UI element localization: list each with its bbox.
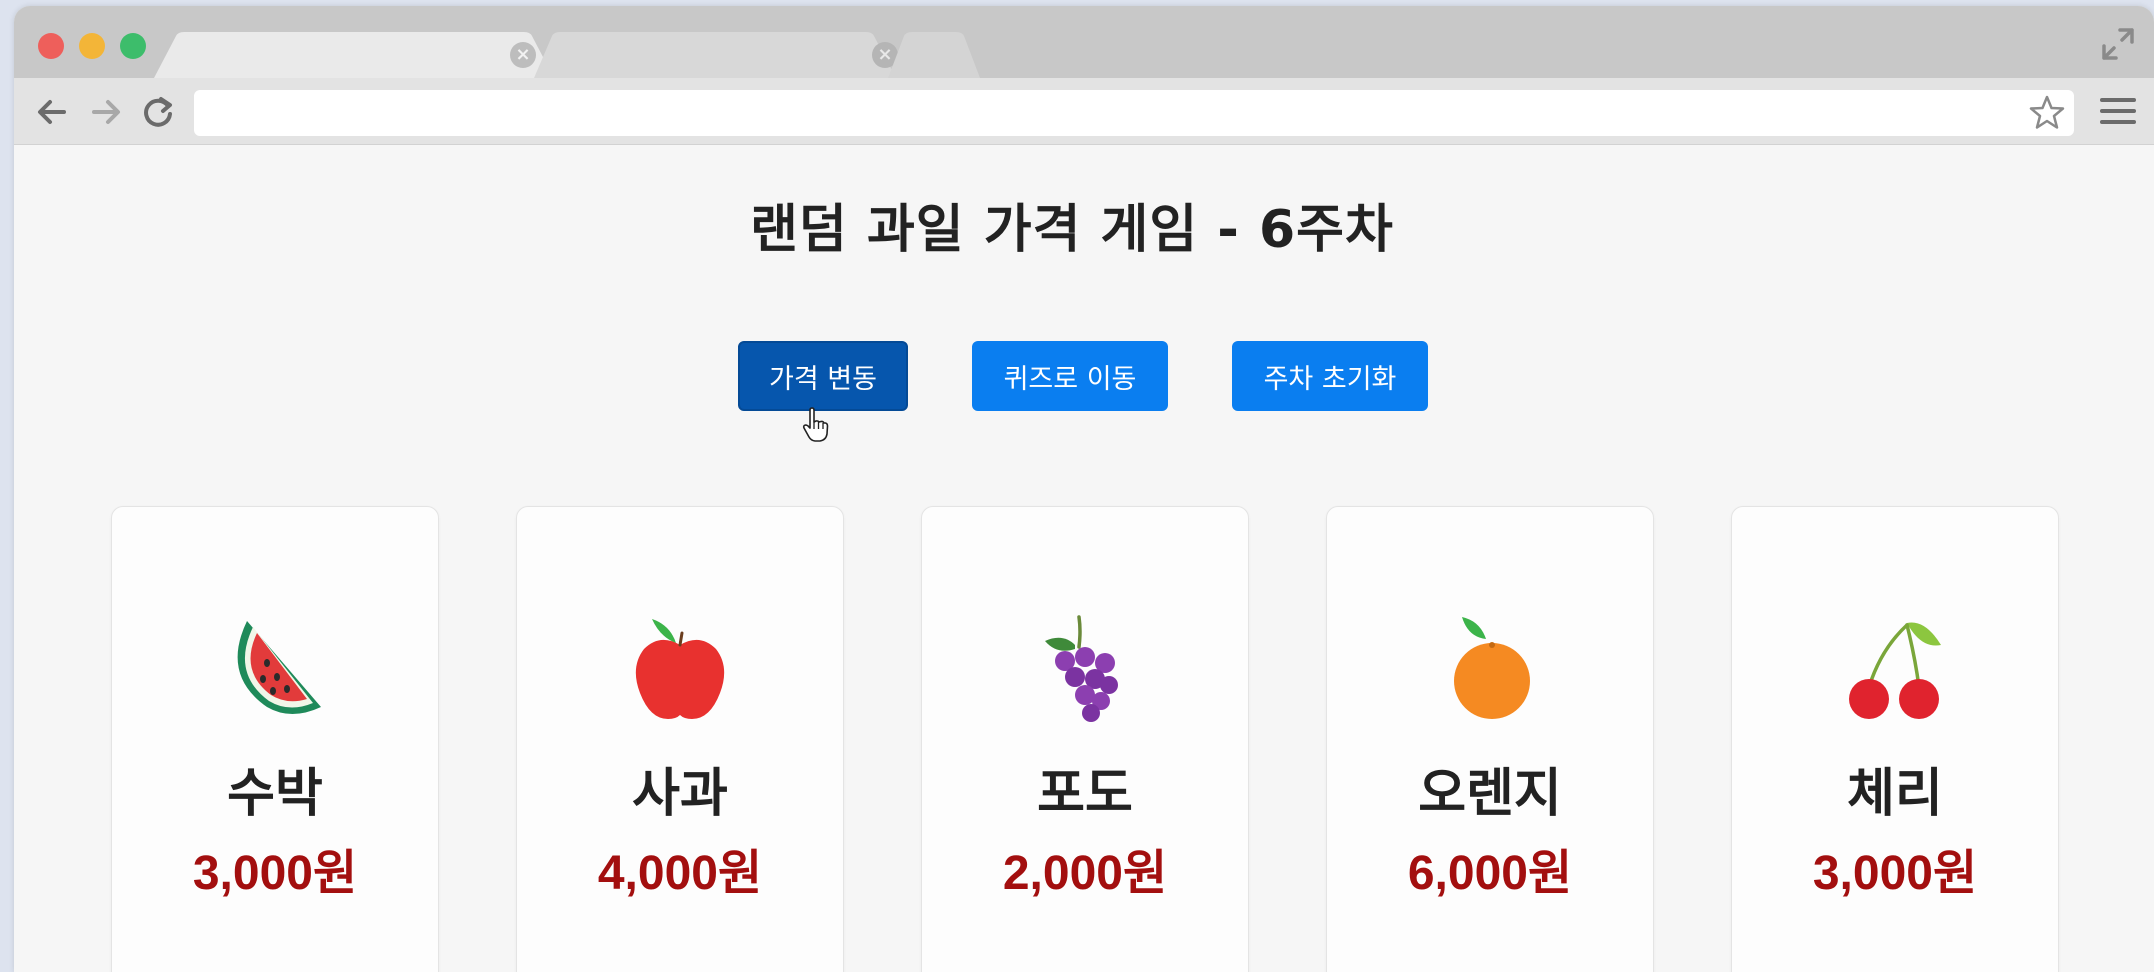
fruit-name: 체리 — [1847, 764, 1943, 824]
go-to-quiz-button[interactable]: 퀴즈로 이동 — [972, 341, 1168, 411]
fruit-card: 사과 4,000원 — [516, 506, 844, 972]
close-window-button[interactable] — [38, 33, 64, 59]
new-tab-button[interactable] — [884, 32, 984, 78]
browser-tab[interactable]: × — [534, 32, 914, 78]
browser-window: × × 랜덤 과일 가격 게임 - 6주차 가격 변동 퀴즈로 이동 주차 초기… — [14, 6, 2154, 972]
forward-arrow-icon[interactable] — [88, 94, 124, 130]
tab-close-icon[interactable]: × — [510, 42, 536, 68]
fruit-name: 포도 — [1037, 764, 1133, 824]
menu-icon[interactable] — [2100, 98, 2136, 128]
fullscreen-icon[interactable] — [2100, 26, 2136, 62]
browser-tab-active[interactable]: × — [154, 32, 574, 78]
bookmark-star-icon[interactable] — [2028, 94, 2066, 132]
reload-icon[interactable] — [140, 94, 176, 130]
fruit-name: 수박 — [227, 764, 323, 824]
page-title: 랜덤 과일 가격 게임 - 6주차 — [750, 200, 1394, 260]
apple-icon — [635, 619, 725, 719]
orange-icon — [1454, 617, 1530, 719]
fruit-price: 4,000원 — [597, 847, 763, 900]
browser-toolbar — [14, 78, 2154, 145]
fruit-price: 2,000원 — [1002, 847, 1168, 900]
hand-cursor-icon — [802, 407, 829, 442]
fruit-card: 수박 3,000원 — [111, 506, 439, 972]
maximize-window-button[interactable] — [120, 33, 146, 59]
address-bar-input[interactable] — [194, 90, 2074, 136]
grapes-icon — [1045, 615, 1118, 722]
reset-week-button[interactable]: 주차 초기화 — [1232, 341, 1428, 411]
back-arrow-icon[interactable] — [34, 94, 70, 130]
fruit-name: 사과 — [632, 764, 728, 824]
price-change-button[interactable]: 가격 변동 — [738, 341, 908, 411]
fruit-price: 3,000원 — [192, 847, 358, 900]
title-bar: × × — [14, 6, 2154, 78]
minimize-window-button[interactable] — [79, 33, 105, 59]
fruit-price: 3,000원 — [1812, 847, 1978, 900]
cherries-icon — [1849, 622, 1941, 719]
watermelon-icon — [237, 621, 321, 714]
fruit-card: 포도 2,000원 — [921, 506, 1249, 972]
fruit-name: 오렌지 — [1418, 764, 1562, 824]
fruit-price: 6,000원 — [1407, 847, 1573, 900]
fruit-card: 체리 3,000원 — [1731, 506, 2059, 972]
fruit-card: 오렌지 6,000원 — [1326, 506, 1654, 972]
page-content: 랜덤 과일 가격 게임 - 6주차 가격 변동 퀴즈로 이동 주차 초기화 수박… — [14, 145, 2154, 972]
